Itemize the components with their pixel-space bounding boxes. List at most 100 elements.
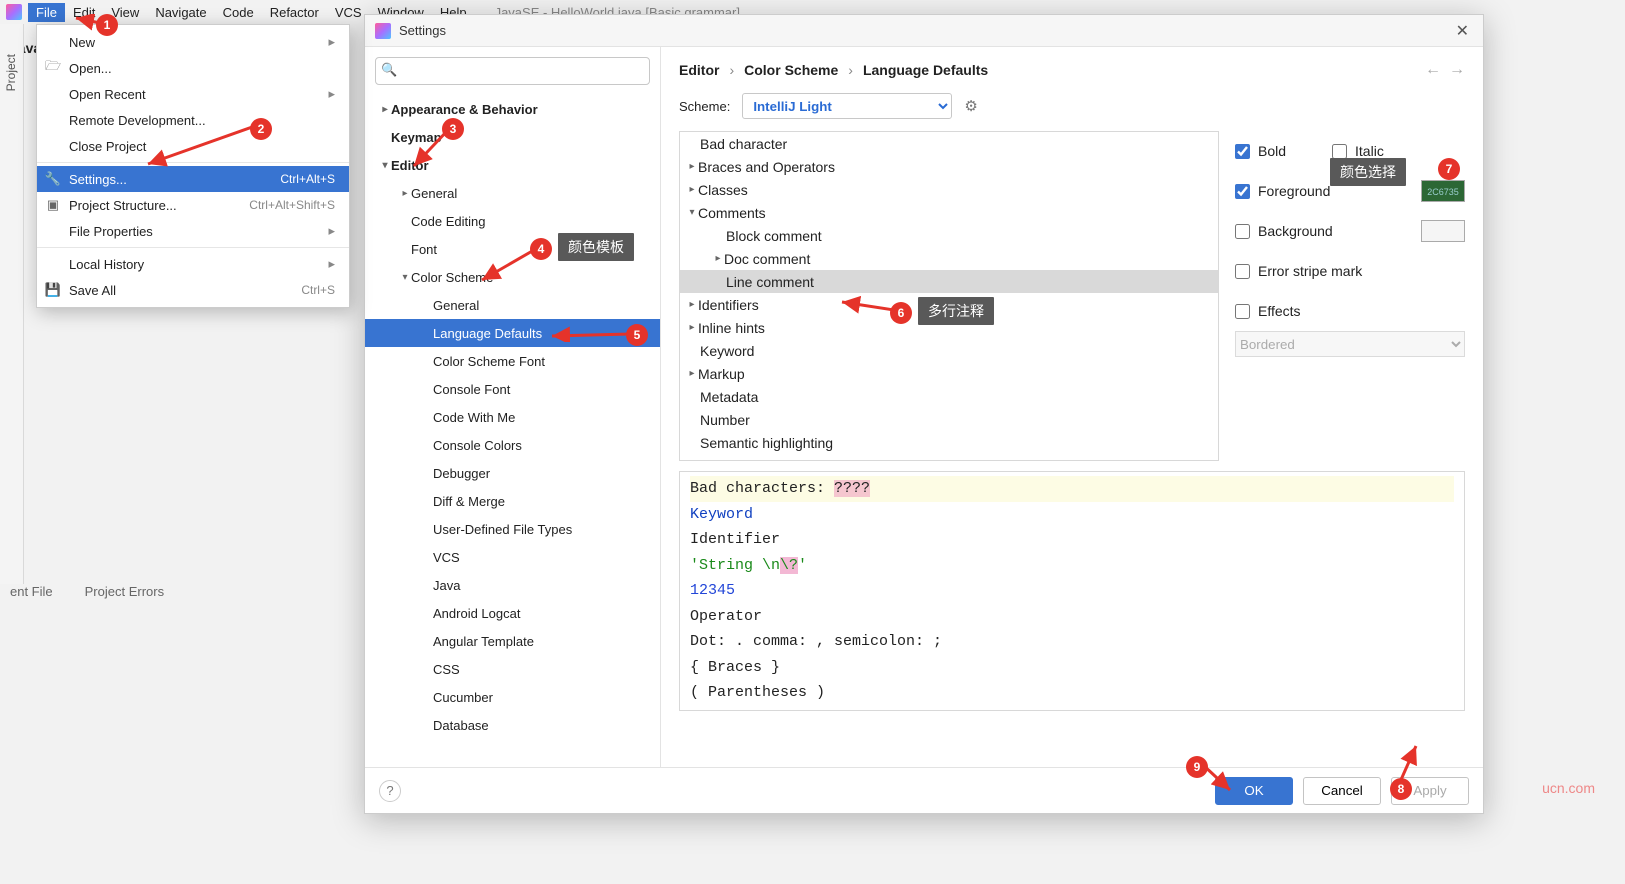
foreground-label: Foreground [1258,183,1330,199]
menu-edit[interactable]: Edit [65,3,103,22]
tree-node[interactable]: CSS [365,655,660,683]
apply-button[interactable]: Apply [1391,777,1469,805]
tab-project-errors[interactable]: Project Errors [79,580,170,603]
tree-node[interactable]: Database [365,711,660,739]
menu-separator [37,247,349,248]
settings-right-panel: Editor › Color Scheme › Language Default… [661,47,1483,767]
tree-node[interactable]: Keymap [365,123,660,151]
breadcrumb-item[interactable]: Color Scheme [744,62,838,78]
background-swatch[interactable] [1421,220,1465,242]
tree-node[interactable]: Color Scheme Font [365,347,660,375]
tree-node[interactable]: ▸Appearance & Behavior [365,95,660,123]
watermark: ucn.com [1542,780,1595,796]
effects-label: Effects [1258,303,1301,319]
tree-node[interactable]: Console Colors [365,431,660,459]
menu-code[interactable]: Code [215,3,262,22]
tree-node[interactable]: ▸General [365,179,660,207]
tree-node[interactable]: Diff & Merge [365,487,660,515]
menu-view[interactable]: View [103,3,147,22]
menuitem-project-structure[interactable]: ▣Project Structure...Ctrl+Alt+Shift+S [37,192,349,218]
app-logo-icon [375,23,391,39]
settings-tree[interactable]: ▸Appearance & BehaviorKeymap▾Editor▸Gene… [365,95,660,767]
settings-tree-panel: 🔍 ▸Appearance & BehaviorKeymap▾Editor▸Ge… [365,47,661,767]
attr-row[interactable]: Number [680,408,1218,431]
save-icon: 💾 [45,282,61,298]
breadcrumb-item[interactable]: Editor [679,62,719,78]
nav-back-icon[interactable]: ← [1425,61,1441,79]
bold-checkbox[interactable] [1235,144,1250,159]
menuitem-settings[interactable]: 🔧Settings...Ctrl+Alt+S [37,166,349,192]
chevron-right-icon: ▸ [328,256,335,272]
menuitem-new[interactable]: New▸ [37,29,349,55]
gear-icon[interactable]: ⚙ [964,97,977,115]
cancel-button[interactable]: Cancel [1303,777,1381,805]
menuitem-open-recent[interactable]: Open Recent▸ [37,81,349,107]
attr-row[interactable]: ▸Markup [680,362,1218,385]
stripe-label: Error stripe mark [1258,263,1362,279]
effects-checkbox[interactable] [1235,304,1250,319]
tree-node[interactable]: Java [365,571,660,599]
tree-node[interactable]: General [365,291,660,319]
foreground-swatch[interactable]: 2C6735 [1421,180,1465,202]
attr-row[interactable]: ▸Identifiers [680,293,1218,316]
dialog-titlebar: Settings ✕ [365,15,1483,47]
settings-search-input[interactable] [375,57,650,85]
preview-editor: Bad characters: ???? Keyword Identifier … [679,471,1465,711]
background-label: Background [1258,223,1333,239]
project-toolwindow-strip[interactable]: Project [0,24,24,584]
foreground-checkbox[interactable] [1235,184,1250,199]
help-button[interactable]: ? [379,780,401,802]
attr-row[interactable]: ▸Doc comment [680,247,1218,270]
scheme-select[interactable]: IntelliJ Light [742,93,952,119]
tree-node[interactable]: Angular Template [365,627,660,655]
attr-row[interactable]: ▸Inline hints [680,316,1218,339]
stripe-checkbox[interactable] [1235,264,1250,279]
tree-node[interactable]: Cucumber [365,683,660,711]
tree-node[interactable]: ▾Color Scheme [365,263,660,291]
attr-row[interactable]: Block comment [680,224,1218,247]
tree-node[interactable]: ▾Editor [365,151,660,179]
attr-row[interactable]: ▾Comments [680,201,1218,224]
attr-row[interactable]: Bad character [680,132,1218,155]
bold-label: Bold [1258,143,1286,159]
menuitem-remote-dev[interactable]: Remote Development... [37,107,349,133]
tree-node[interactable]: Font [365,235,660,263]
attribute-list[interactable]: Bad character▸Braces and Operators▸Class… [679,131,1219,461]
menuitem-local-history[interactable]: Local History▸ [37,251,349,277]
tree-node[interactable]: Console Font [365,375,660,403]
menuitem-file-properties[interactable]: File Properties▸ [37,218,349,244]
attr-row[interactable]: Keyword [680,339,1218,362]
menuitem-close-project[interactable]: Close Project [37,133,349,159]
attr-row[interactable]: Metadata [680,385,1218,408]
italic-label: Italic [1355,143,1384,159]
project-strip-label: Project [4,54,18,91]
close-icon[interactable]: ✕ [1452,21,1473,41]
effects-type-select: Bordered [1235,331,1465,357]
attr-row[interactable]: Semantic highlighting [680,431,1218,454]
tab-current-file[interactable]: ent File [4,580,59,603]
attr-row[interactable]: ▸Braces and Operators [680,155,1218,178]
tree-node[interactable]: User-Defined File Types [365,515,660,543]
menu-file[interactable]: File [28,3,65,22]
italic-checkbox[interactable] [1332,144,1347,159]
tree-node[interactable]: Debugger [365,459,660,487]
chevron-right-icon: ▸ [328,34,335,50]
tree-node[interactable]: Language Defaults [365,319,660,347]
menuitem-open[interactable]: 🗁Open... [37,55,349,81]
tree-node[interactable]: Android Logcat [365,599,660,627]
menu-navigate[interactable]: Navigate [147,3,214,22]
settings-dialog: Settings ✕ 🔍 ▸Appearance & BehaviorKeyma… [364,14,1484,814]
background-checkbox[interactable] [1235,224,1250,239]
tree-node[interactable]: VCS [365,543,660,571]
attr-row[interactable]: ▸Classes [680,178,1218,201]
project-structure-icon: ▣ [45,197,61,213]
menuitem-save-all[interactable]: 💾Save AllCtrl+S [37,277,349,303]
tree-node[interactable]: Code Editing [365,207,660,235]
attr-row[interactable]: Line comment [680,270,1218,293]
tree-node[interactable]: Code With Me [365,403,660,431]
nav-forward-icon[interactable]: → [1449,61,1465,79]
search-icon: 🔍 [381,62,397,78]
ok-button[interactable]: OK [1215,777,1293,805]
chevron-right-icon: ▸ [328,223,335,239]
menu-refactor[interactable]: Refactor [262,3,327,22]
